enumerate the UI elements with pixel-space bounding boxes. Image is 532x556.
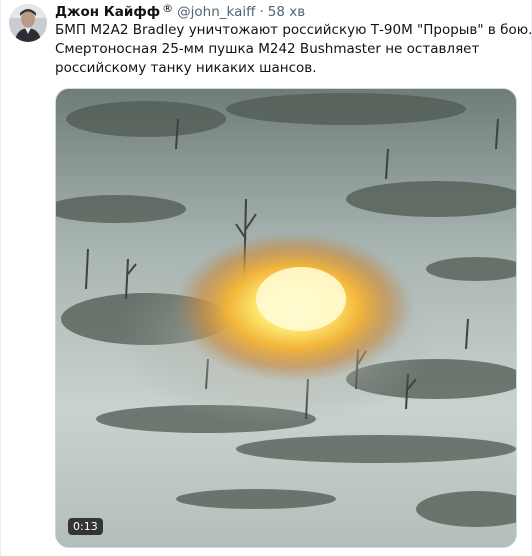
header-separator: · (259, 4, 264, 20)
avatar-photo-icon (9, 4, 47, 42)
tweet-text-line: Смертоносная 25-мм пушка M242 Bushmaster… (55, 41, 480, 57)
tweet-text-line: БМП M2A2 Bradley уничтожают российскую Т… (55, 22, 532, 38)
tweet-text-line: российскому танку никаких шансов. (55, 60, 317, 76)
tweet-card[interactable]: Джон Кайфф ® @john_kaiff · 58 хв БМП M2A… (0, 0, 532, 556)
video-thumbnail (56, 89, 516, 547)
tweet-timestamp[interactable]: 58 хв (268, 3, 305, 21)
avatar[interactable] (9, 4, 47, 42)
tweet-header: Джон Кайфф ® @john_kaiff · 58 хв (55, 2, 305, 21)
author-badge: ® (162, 2, 174, 15)
tweet-text: БМП M2A2 Bradley уничтожают российскую Т… (55, 21, 532, 78)
video-duration-badge: 0:13 (68, 518, 103, 535)
author-name[interactable]: Джон Кайфф (55, 3, 160, 21)
author-handle[interactable]: @john_kaiff (177, 3, 255, 21)
video-player[interactable]: 0:13 (55, 88, 517, 548)
